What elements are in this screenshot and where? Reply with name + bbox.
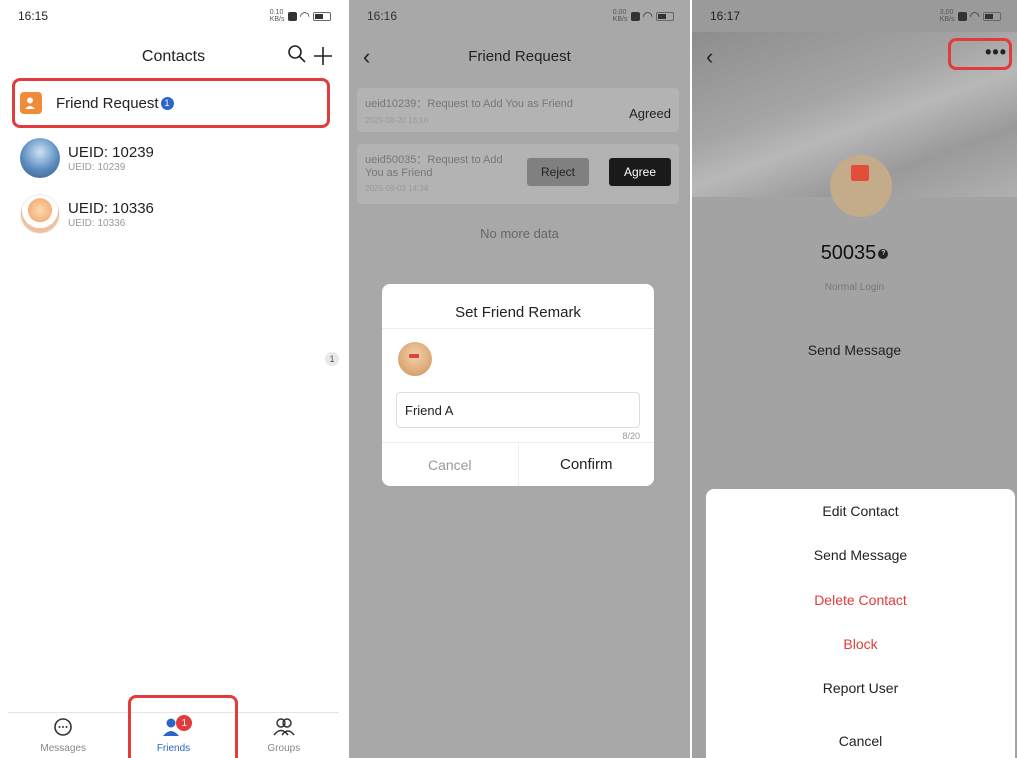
friend-request-screen: 16:16 0.00 KB/s ◠ ‹ Friend Request ueid1… — [349, 0, 690, 758]
chat-bubble-icon — [53, 717, 73, 740]
nfc-icon — [630, 11, 640, 21]
avatar — [20, 138, 60, 178]
agree-button[interactable]: Agree — [609, 158, 671, 186]
profile-name: 50035? — [692, 242, 1017, 265]
request-text-line2: You as Friend — [365, 167, 433, 179]
app-logo-icon — [851, 165, 869, 181]
tab-label: Messages — [40, 743, 86, 754]
battery-icon — [983, 11, 1001, 21]
tab-label: Groups — [267, 743, 301, 754]
cancel-button[interactable]: Cancel — [382, 443, 519, 486]
contact-id: UEID: 10336 — [68, 217, 126, 229]
confirm-button[interactable]: Confirm — [519, 443, 655, 486]
avatar — [398, 342, 432, 376]
block-item[interactable]: Block — [706, 636, 1015, 652]
highlight-more-button — [948, 38, 1012, 70]
contact-profile-screen: 16:17 3.00 KB/s ◠ ‹ ••• 50035? Normal Lo… — [692, 0, 1017, 758]
back-chevron-icon[interactable]: ‹ — [706, 44, 713, 70]
nfc-icon — [287, 11, 297, 21]
status-bar: 16:17 3.00 KB/s ◠ — [692, 0, 1017, 32]
contact-name: UEID: 10239 — [68, 143, 154, 161]
contact-name: UEID: 10336 — [68, 199, 154, 217]
divider — [382, 328, 654, 329]
battery-icon — [313, 11, 331, 21]
index-count-badge: 1 — [325, 352, 339, 366]
search-icon[interactable] — [287, 44, 307, 70]
set-remark-dialog: Set Friend Remark Friend A 8/20 Cancel C… — [382, 284, 654, 486]
tab-groups[interactable]: Groups — [229, 713, 339, 758]
status-time: 16:17 — [710, 9, 741, 23]
groups-icon — [273, 717, 295, 740]
highlight-friends-tab — [128, 695, 238, 758]
login-status: Normal Login — [824, 282, 885, 293]
contact-item[interactable]: UEID: 10336 UEID: 10336 — [20, 192, 340, 236]
no-more-data: No more data — [480, 226, 559, 241]
status-icons: 0.10 KB/s ◠ — [270, 9, 331, 23]
request-card: ueid50035：Request to Add You as Friend 2… — [357, 144, 679, 204]
wifi-icon: ◠ — [299, 9, 310, 23]
highlight-friend-request — [12, 78, 330, 128]
request-time: 2025-08-20 16:16 — [365, 116, 429, 125]
status-icons: 0.00 KB/s ◠ — [613, 9, 674, 23]
contacts-header: Contacts — [0, 40, 347, 74]
profile-id: 50035 — [820, 242, 877, 264]
battery-icon — [656, 11, 674, 21]
wifi-icon: ◠ — [969, 9, 980, 23]
dialog-footer: Cancel Confirm — [382, 442, 654, 486]
status-time: 16:15 — [18, 9, 49, 23]
add-icon[interactable] — [313, 40, 333, 73]
action-sheet: Edit Contact Send Message Delete Contact… — [706, 489, 1015, 758]
status-bar: 16:15 0.10 KB/s ◠ — [0, 0, 347, 32]
send-message-link[interactable]: Send Message — [692, 342, 1017, 358]
contact-item[interactable]: UEID: 10239 UEID: 10239 — [20, 136, 340, 180]
edit-contact-item[interactable]: Edit Contact — [706, 503, 1015, 519]
request-time: 2025-09-02 14:34 — [365, 184, 429, 193]
net-speed: 0.10 KB/s — [269, 9, 285, 23]
contact-id: UEID: 10239 — [68, 161, 126, 173]
avatar — [20, 194, 60, 234]
cancel-item[interactable]: Cancel — [706, 733, 1015, 749]
net-speed: 3.00 KB/s — [939, 9, 955, 23]
contacts-screen: 16:15 0.10 KB/s ◠ Contacts Friend Reques… — [0, 0, 347, 758]
page-title: Friend Request — [468, 48, 571, 65]
dialog-title: Set Friend Remark — [455, 304, 581, 321]
net-speed: 0.00 KB/s — [612, 9, 628, 23]
nfc-icon — [957, 11, 967, 21]
request-card: ueid10239：Request to Add You as Friend 2… — [357, 88, 679, 132]
status-bar: 16:16 0.00 KB/s ◠ — [349, 0, 690, 32]
agreed-status: Agreed — [629, 106, 671, 121]
reject-button[interactable]: Reject — [527, 158, 589, 186]
request-text-line1: ueid50035：Request to Add — [365, 154, 503, 166]
char-count: 8/20 — [622, 431, 640, 441]
delete-contact-item[interactable]: Delete Contact — [706, 592, 1015, 608]
help-icon[interactable]: ? — [878, 248, 889, 259]
status-icons: 3.00 KB/s ◠ — [940, 9, 1001, 23]
request-text: ueid10239：Request to Add You as Friend — [365, 98, 573, 110]
remark-input[interactable]: Friend A — [396, 392, 640, 428]
tab-messages[interactable]: Messages — [8, 713, 118, 758]
status-time: 16:16 — [367, 9, 398, 23]
wifi-icon: ◠ — [642, 9, 653, 23]
send-message-item[interactable]: Send Message — [706, 547, 1015, 563]
report-user-item[interactable]: Report User — [706, 680, 1015, 696]
